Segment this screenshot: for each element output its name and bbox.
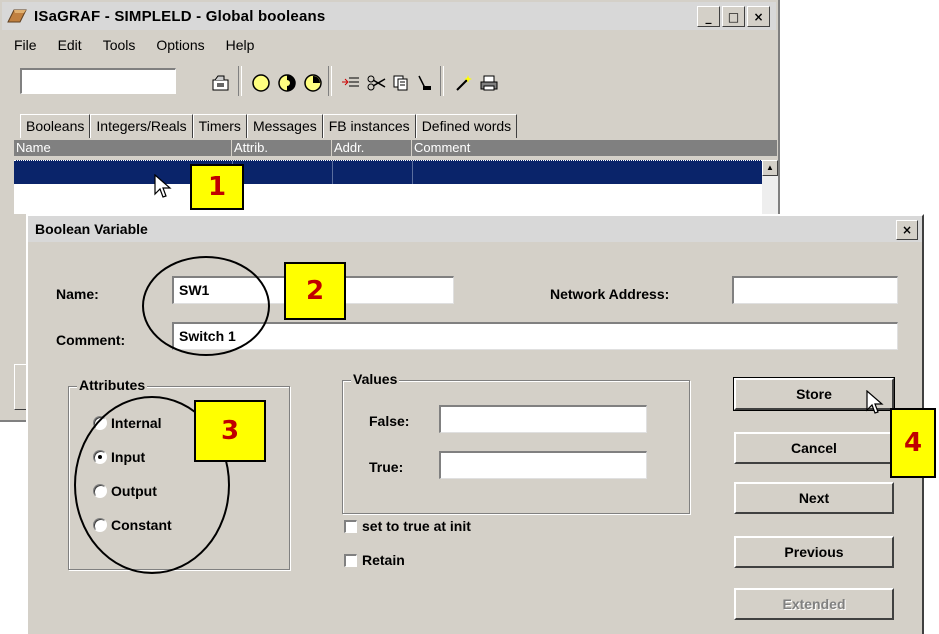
mouse-cursor-icon (154, 174, 172, 198)
wand-icon[interactable] (452, 72, 474, 94)
window-title: ISaGRAF - SIMPLELD - Global booleans (34, 7, 326, 25)
false-value-field[interactable] (439, 405, 647, 433)
tab-fb-instances[interactable]: FB instances (322, 114, 416, 138)
cancel-button[interactable]: Cancel (734, 432, 894, 464)
column-attrib[interactable]: Attrib. (232, 140, 332, 156)
tab-booleans[interactable]: Booleans (20, 114, 91, 138)
network-address-field[interactable] (732, 276, 898, 304)
dialog-title: Boolean Variable (35, 221, 148, 237)
scroll-up-icon[interactable]: ▲ (762, 160, 778, 176)
copy-icon[interactable] (390, 72, 412, 94)
callout-badge-4: 4 (890, 408, 936, 478)
retain-label: Retain (362, 552, 405, 568)
mouse-cursor-store-icon (866, 390, 884, 414)
tab-messages[interactable]: Messages (246, 114, 323, 138)
dialog-close-button[interactable]: × (896, 220, 918, 240)
values-group: Values False: True: (342, 371, 690, 514)
app-icon (7, 9, 27, 23)
tab-integers-reals[interactable]: Integers/Reals (90, 114, 193, 138)
comment-label: Comment: (56, 332, 126, 348)
menu-options[interactable]: Options (154, 36, 206, 54)
previous-button[interactable]: Previous (734, 536, 894, 568)
printer-icon[interactable] (478, 72, 500, 94)
menu-tools[interactable]: Tools (101, 36, 138, 54)
list-insert-icon[interactable] (340, 72, 362, 94)
column-name[interactable]: Name (14, 140, 232, 156)
comment-field[interactable]: Switch 1 (172, 322, 898, 350)
callout-badge-1: 1 (190, 164, 244, 210)
network-address-label: Network Address: (550, 286, 670, 302)
attributes-title: Attributes (77, 377, 148, 393)
tab-defined-words[interactable]: Defined words (415, 114, 518, 138)
true-label: True: (369, 459, 404, 475)
open-folder-icon[interactable] (210, 72, 232, 94)
toolbar-search-input[interactable] (20, 68, 176, 94)
table-header: Name Attrib. Addr. Comment (14, 140, 778, 156)
close-button[interactable]: × (747, 6, 770, 27)
tab-timers[interactable]: Timers (192, 114, 247, 138)
retain-checkbox[interactable]: Retain (344, 552, 405, 568)
column-addr[interactable]: Addr. (332, 140, 412, 156)
menu-help[interactable]: Help (224, 36, 257, 54)
tab-strip: Booleans Integers/Reals Timers Messages … (20, 114, 518, 138)
retain-box[interactable] (344, 553, 357, 567)
values-title: Values (351, 371, 400, 387)
table-row-selected[interactable] (14, 160, 762, 186)
true-value-field[interactable] (439, 451, 647, 479)
name-label: Name: (56, 286, 99, 302)
callout-badge-3: 3 (194, 400, 266, 462)
window-controls: _ □ × (697, 6, 770, 27)
callout-badge-2: 2 (284, 262, 346, 320)
set-true-init-checkbox[interactable]: set to true at init (344, 518, 471, 534)
circle-half-icon[interactable] (276, 72, 298, 94)
column-comment[interactable]: Comment (412, 140, 778, 156)
scissors-icon[interactable] (366, 72, 388, 94)
next-button[interactable]: Next (734, 482, 894, 514)
name-comment-highlight-ellipse (142, 256, 270, 356)
main-titlebar[interactable]: ISaGRAF - SIMPLELD - Global booleans _ □… (2, 2, 776, 30)
menu-bar: File Edit Tools Options Help (12, 36, 256, 54)
menu-file[interactable]: File (12, 36, 39, 54)
variable-list[interactable] (14, 184, 762, 214)
dialog-titlebar[interactable]: Boolean Variable × (28, 216, 922, 242)
paste-icon[interactable] (414, 72, 436, 94)
false-label: False: (369, 413, 410, 429)
menu-edit[interactable]: Edit (56, 36, 84, 54)
maximize-button[interactable]: □ (722, 6, 745, 27)
set-true-init-box[interactable] (344, 519, 357, 533)
extended-button[interactable]: Extended (734, 588, 894, 620)
toolbar (16, 64, 768, 100)
minimize-button[interactable]: _ (697, 6, 720, 27)
circle-clock-icon[interactable] (302, 72, 324, 94)
set-true-init-label: set to true at init (362, 518, 471, 534)
vertical-scrollbar[interactable]: ▲ (762, 160, 778, 220)
circle-empty-icon[interactable] (250, 72, 272, 94)
